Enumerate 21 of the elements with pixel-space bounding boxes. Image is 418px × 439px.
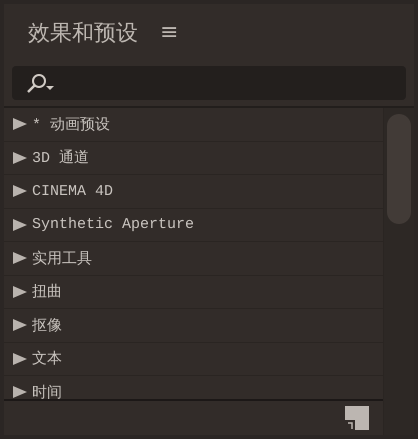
tree-item[interactable]: Synthetic Aperture [4, 208, 383, 242]
item-label: 实用工具 [32, 250, 92, 268]
tree-item[interactable]: 抠像 [4, 309, 383, 342]
search-field[interactable] [12, 66, 406, 100]
tree-item[interactable]: 扭曲 [4, 276, 383, 309]
tree-item[interactable]: 实用工具 [4, 242, 383, 276]
tree-item[interactable]: CINEMA 4D [4, 175, 383, 208]
item-label: 扭曲 [32, 282, 62, 302]
item-label: 抠像 [32, 316, 62, 335]
item-label: 3D 通道 [32, 148, 90, 168]
item-label: 时间 [32, 384, 62, 399]
item-label: CINEMA 4D [32, 182, 114, 200]
panel-menu-button[interactable]: ≡ [160, 22, 178, 44]
tree-item[interactable]: 3D 通道 [4, 142, 383, 175]
item-label: * 动画预设 [32, 116, 110, 134]
tree-item[interactable]: * 动画预设 [4, 108, 383, 142]
panel-title: 效果和预设 [28, 20, 138, 48]
tree-item[interactable]: 文本 [4, 342, 383, 376]
item-label: 文本 [32, 350, 62, 368]
item-label: Synthetic Aperture [32, 216, 194, 234]
new-item-icon[interactable] [345, 406, 369, 430]
